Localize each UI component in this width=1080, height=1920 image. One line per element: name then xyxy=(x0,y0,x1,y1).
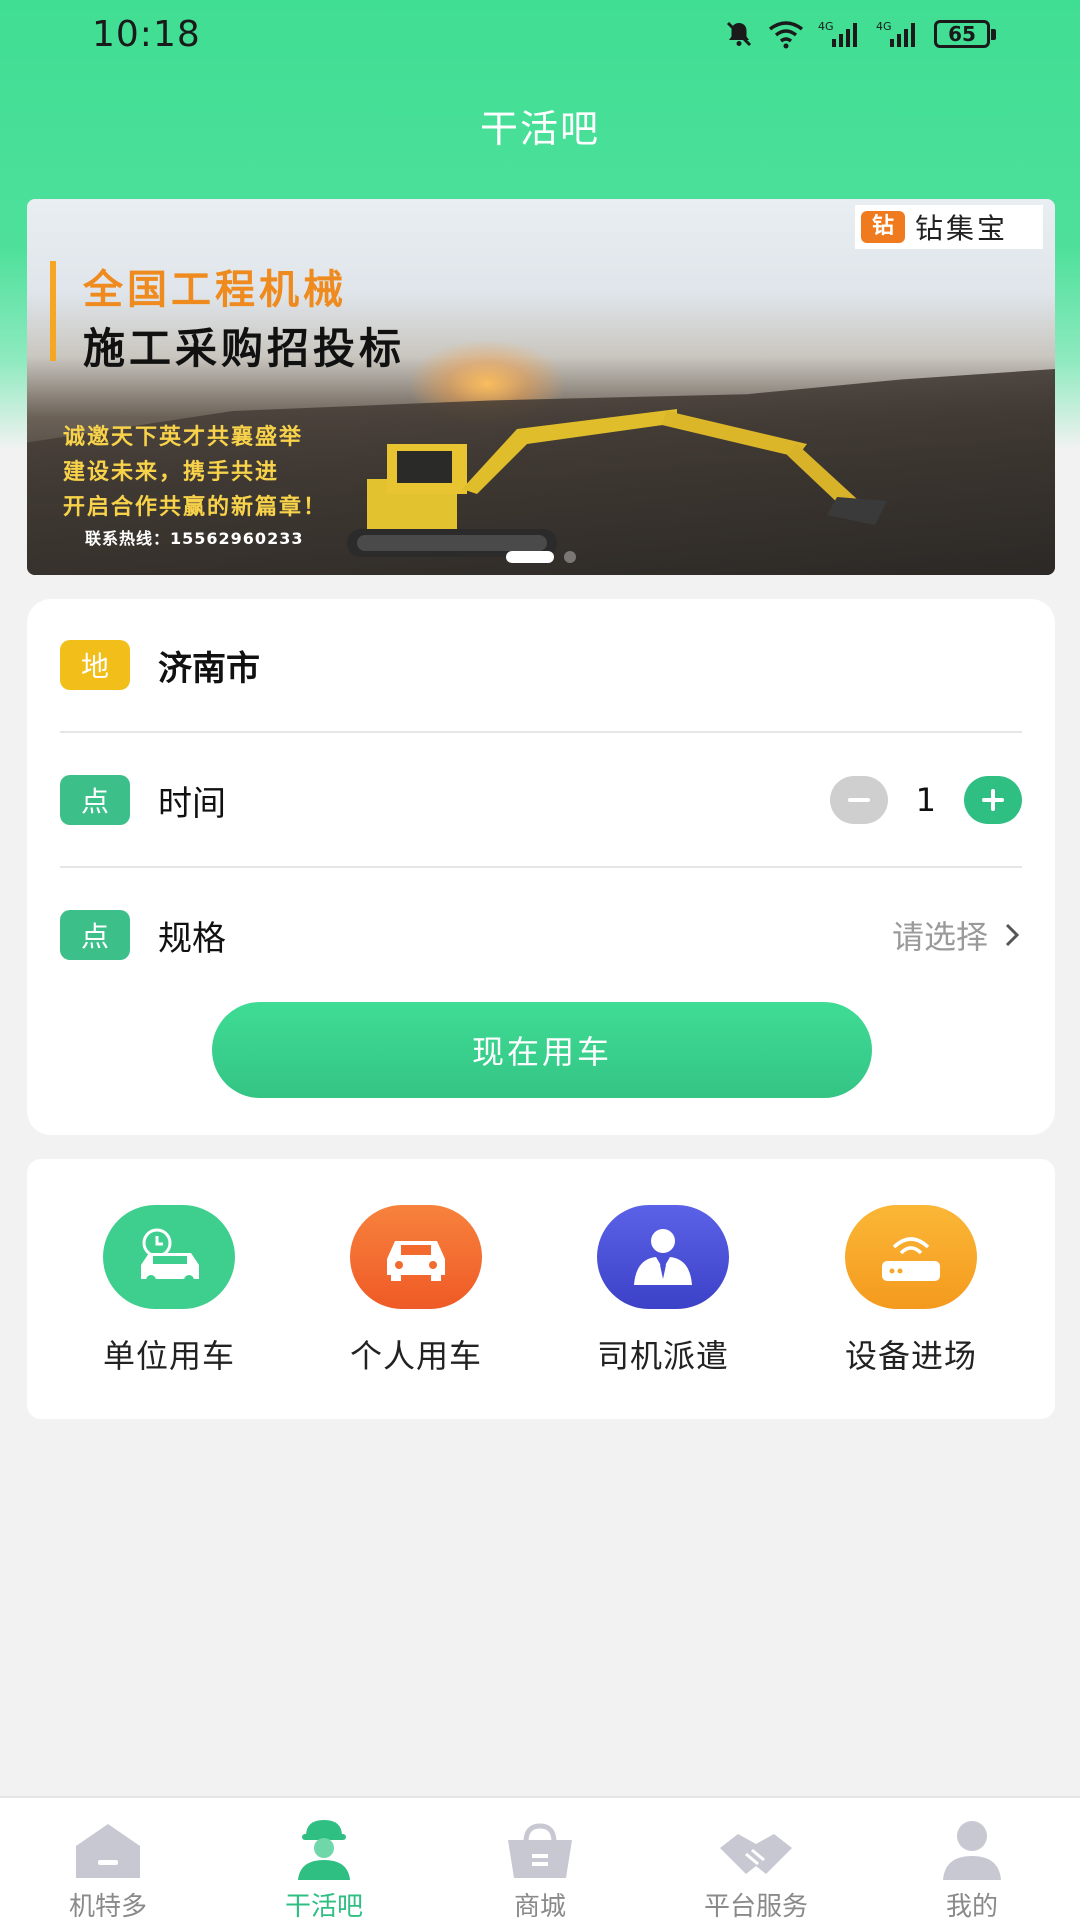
chevron-right-icon xyxy=(1005,923,1020,947)
banner-subheadline: 施工采购招投标 xyxy=(83,324,406,373)
tab-work[interactable]: 干活吧 xyxy=(234,1812,414,1920)
tab-label: 干活吧 xyxy=(284,1892,363,1920)
svg-text:4G: 4G xyxy=(818,20,834,33)
signal-icon-2: 4G xyxy=(876,19,920,49)
use-car-now-button[interactable]: 现在用车 xyxy=(212,1002,872,1098)
tab-platform-service[interactable]: 平台服务 xyxy=(666,1812,846,1920)
banner-headline: 全国工程机械 xyxy=(83,267,347,313)
divider xyxy=(60,866,1022,868)
spec-label: 规格 xyxy=(158,918,226,959)
battery-indicator: 65 xyxy=(934,20,996,48)
equipment-icon xyxy=(845,1205,977,1309)
order-form-card: 地 济南市 点 时间 1 点 规格 请选择 现在用车 xyxy=(27,599,1055,1135)
spec-select[interactable]: 请选择 xyxy=(892,912,1022,958)
services-card: 单位用车 个人用车 司机派遣 设备进场 xyxy=(27,1159,1055,1419)
tab-label: 我的 xyxy=(945,1892,998,1920)
location-value: 济南市 xyxy=(158,648,260,689)
minus-icon xyxy=(847,798,870,802)
time-row: 点 时间 1 xyxy=(60,745,1022,855)
wifi-icon xyxy=(768,19,804,49)
location-tag: 地 xyxy=(60,640,130,690)
spec-placeholder: 请选择 xyxy=(891,918,988,956)
service-label: 设备进场 xyxy=(844,1337,977,1375)
brand-logo-icon: 钻 xyxy=(861,211,905,243)
banner-line-3: 开启合作共赢的新篇章！ xyxy=(63,495,328,520)
service-equipment-entry[interactable]: 设备进场 xyxy=(811,1205,1011,1377)
service-company-car[interactable]: 单位用车 xyxy=(69,1205,269,1377)
page-title: 干活吧 xyxy=(479,107,600,151)
carousel-indicator xyxy=(27,551,1055,563)
divider xyxy=(60,731,1022,733)
carousel-dot-active[interactable] xyxy=(506,551,554,563)
decrement-button[interactable] xyxy=(829,776,888,824)
tab-home[interactable]: 机特多 xyxy=(18,1812,198,1920)
tab-shop[interactable]: 商城 xyxy=(450,1812,630,1920)
shop-basket-icon xyxy=(450,1812,630,1882)
status-icons: 4G 4G 65 xyxy=(724,14,996,54)
excavator-image xyxy=(347,409,887,557)
signal-icon-1: 4G xyxy=(818,19,862,49)
service-label: 个人用车 xyxy=(349,1337,482,1375)
status-time: 10:18 xyxy=(92,14,201,55)
tab-profile[interactable]: 我的 xyxy=(882,1812,1062,1920)
carousel-dot[interactable] xyxy=(564,551,576,563)
time-quantity-stepper: 1 xyxy=(829,776,1022,824)
plus-icon xyxy=(982,789,1004,811)
bottom-tab-bar: 机特多 干活吧 商城 平台服务 我的 xyxy=(0,1796,1080,1920)
increment-button[interactable] xyxy=(964,776,1022,824)
banner-line-2: 建设未来，携手共进 xyxy=(63,460,280,485)
quantity-value: 1 xyxy=(915,781,936,819)
service-label: 司机派遣 xyxy=(596,1337,729,1375)
location-row[interactable]: 地 济南市 xyxy=(60,610,1022,720)
banner-carousel[interactable]: 全国工程机械 施工采购招投标 诚邀天下英才共襄盛举 建设未来，携手共进 开启合作… xyxy=(27,199,1055,575)
spec-row[interactable]: 点 规格 请选择 xyxy=(60,880,1022,990)
time-tag: 点 xyxy=(60,775,130,825)
banner-hotline: 联系热线：15562960233 xyxy=(85,529,304,548)
personal-car-icon xyxy=(350,1205,482,1309)
banner-line-1: 诚邀天下英才共襄盛举 xyxy=(63,425,304,450)
time-label: 时间 xyxy=(158,783,226,824)
mute-bell-icon xyxy=(724,19,754,49)
tab-label: 平台服务 xyxy=(703,1892,808,1920)
status-bar: 10:18 4G 4G 65 xyxy=(0,0,1080,72)
worker-icon xyxy=(234,1812,414,1882)
driver-icon xyxy=(597,1205,729,1309)
spec-tag: 点 xyxy=(60,910,130,960)
service-driver-dispatch[interactable]: 司机派遣 xyxy=(563,1205,763,1377)
tab-label: 商城 xyxy=(513,1892,566,1920)
tab-label: 机特多 xyxy=(68,1892,147,1920)
brand-logo-text: 钻集宝 xyxy=(915,212,1009,245)
company-car-icon xyxy=(103,1205,235,1309)
profile-icon xyxy=(882,1812,1062,1882)
svg-text:4G: 4G xyxy=(876,20,892,33)
home-icon xyxy=(18,1812,198,1882)
handshake-icon xyxy=(666,1812,846,1882)
banner-accent-bar xyxy=(50,261,56,361)
banner-logo: 钻 钻集宝 xyxy=(855,205,1043,249)
service-label: 单位用车 xyxy=(102,1337,235,1375)
service-personal-car[interactable]: 个人用车 xyxy=(316,1205,516,1377)
